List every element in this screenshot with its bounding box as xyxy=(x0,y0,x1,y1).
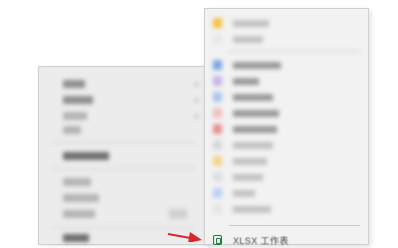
menu-separator xyxy=(51,168,195,169)
document-icon xyxy=(213,124,222,134)
item-label xyxy=(63,96,93,104)
item-label xyxy=(63,178,91,186)
submenu-item[interactable] xyxy=(205,121,368,137)
chevron-right-icon: › xyxy=(194,93,199,107)
submenu-item[interactable] xyxy=(205,73,368,89)
context-menu-item[interactable] xyxy=(39,207,211,221)
item-label xyxy=(233,78,259,85)
context-menu-item[interactable]: › xyxy=(39,93,211,107)
shortcut-icon xyxy=(213,34,222,44)
context-menu-item[interactable] xyxy=(39,191,211,205)
menu-separator xyxy=(229,225,360,226)
item-label xyxy=(233,158,267,165)
context-menu: › › › xyxy=(38,66,212,245)
chevron-right-icon: › xyxy=(194,77,199,91)
submenu-item[interactable] xyxy=(205,137,368,153)
new-submenu: XLSX 工作表 xyxy=(204,8,369,248)
item-label xyxy=(233,36,263,43)
item-label xyxy=(63,80,85,88)
document-icon xyxy=(213,204,222,214)
context-menu-item[interactable]: › xyxy=(39,77,211,91)
context-menu-item[interactable] xyxy=(39,123,211,137)
item-label xyxy=(63,126,81,134)
submenu-item[interactable] xyxy=(205,201,368,217)
submenu-item[interactable] xyxy=(205,57,368,73)
item-label xyxy=(233,110,279,117)
document-icon xyxy=(213,188,222,198)
item-label xyxy=(233,174,263,181)
submenu-item[interactable] xyxy=(205,185,368,201)
submenu-item[interactable] xyxy=(205,169,368,185)
item-label xyxy=(63,152,109,160)
item-label xyxy=(233,20,269,27)
document-icon xyxy=(213,76,222,86)
xlsx-label: XLSX 工作表 xyxy=(233,236,289,246)
folder-icon xyxy=(213,18,222,28)
item-label xyxy=(233,206,271,213)
document-icon xyxy=(213,172,222,182)
menu-separator xyxy=(229,51,360,52)
document-icon xyxy=(213,108,222,118)
submenu-item[interactable] xyxy=(205,89,368,105)
pointer-arrow-icon xyxy=(167,232,202,242)
submenu-item[interactable] xyxy=(205,153,368,169)
menu-separator xyxy=(51,142,195,143)
item-label xyxy=(233,62,281,69)
item-label xyxy=(233,94,273,101)
context-menu-item[interactable]: › xyxy=(39,109,211,123)
submenu-item[interactable] xyxy=(205,105,368,121)
item-label xyxy=(63,234,89,242)
context-menu-item[interactable] xyxy=(39,149,211,163)
document-icon xyxy=(213,140,222,150)
document-icon xyxy=(213,60,222,70)
item-label xyxy=(233,126,277,133)
submenu-item[interactable] xyxy=(205,15,368,31)
item-label xyxy=(63,210,95,218)
document-icon xyxy=(213,156,222,166)
xlsx-file-icon xyxy=(213,235,222,245)
submenu-item[interactable] xyxy=(205,31,368,47)
context-menu-item[interactable] xyxy=(39,175,211,189)
item-label xyxy=(63,112,87,120)
item-label xyxy=(63,194,99,202)
chevron-right-icon: › xyxy=(194,109,199,123)
item-label xyxy=(233,142,273,149)
document-icon xyxy=(213,92,222,102)
item-label xyxy=(233,190,255,197)
shortcut-hint xyxy=(169,209,187,219)
submenu-item-xlsx[interactable]: XLSX 工作表 xyxy=(205,232,368,248)
